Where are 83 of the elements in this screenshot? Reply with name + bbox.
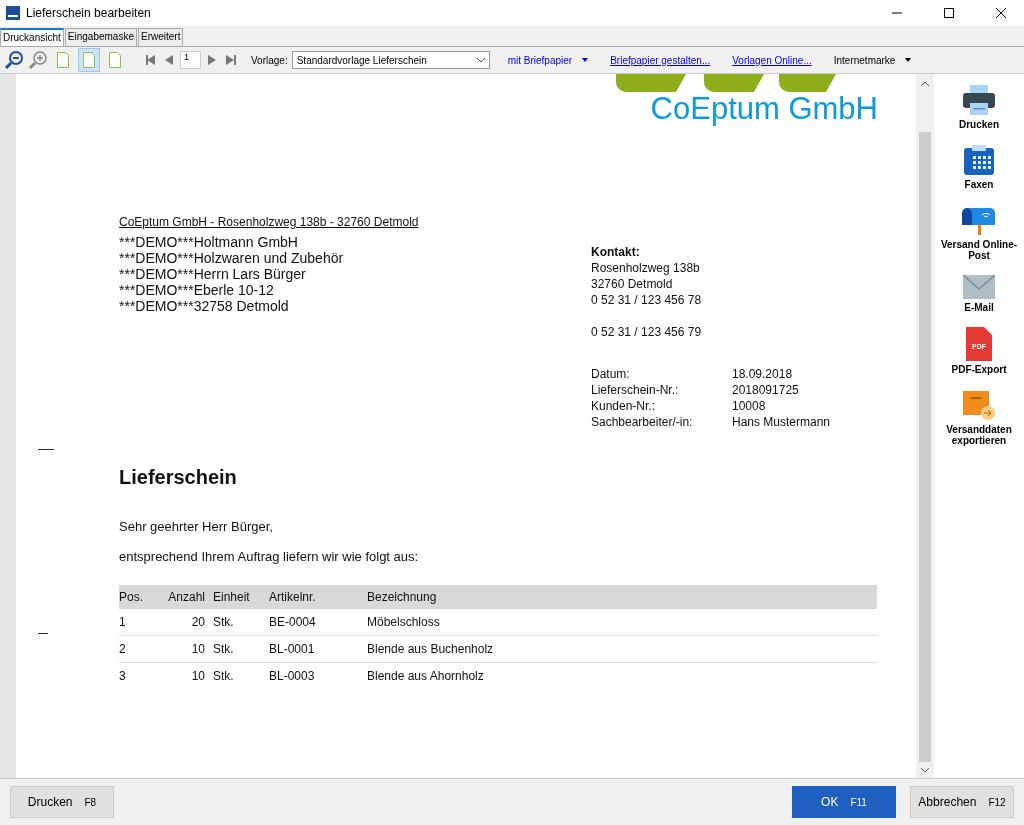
footer-button[interactable]: Drucken F8 — [10, 786, 114, 818]
first-page-icon[interactable] — [144, 53, 158, 67]
contact-line: 32760 Detmold — [591, 276, 674, 292]
address-line: ***DEMO***32758 Detmold — [119, 298, 290, 314]
printer-icon — [962, 84, 996, 116]
sender-line: CoEptum GmbH - Rosenholzweg 138b - 32760 Detmold — [119, 214, 420, 230]
info-value: Hans Mustermann — [732, 414, 831, 430]
zoom-in-icon[interactable] — [28, 50, 48, 70]
sidebar-action[interactable]: Drucken — [936, 84, 1022, 130]
table-cell: 3 — [119, 662, 163, 690]
contact-title: Kontakt: — [591, 244, 641, 260]
scroll-down-icon[interactable] — [920, 766, 930, 774]
page-icon — [57, 52, 69, 68]
link[interactable]: Vorlagen Online... — [732, 54, 812, 66]
info-value: 2018091725 — [732, 382, 799, 398]
dropdown-menu[interactable]: Internetmarke — [833, 54, 912, 66]
sidebar-action[interactable]: Faxen — [936, 144, 1022, 190]
column-header: Pos. — [119, 585, 163, 609]
contact-line: 0 52 31 / 123 456 78 — [591, 292, 703, 308]
column-header: Einheit — [213, 585, 269, 609]
page-icon — [83, 52, 95, 68]
info-label: Kunden-Nr.: — [591, 398, 657, 414]
scroll-up-icon[interactable] — [920, 80, 930, 88]
ok-button[interactable]: OK F11 — [792, 786, 896, 818]
dropdown-menu[interactable]: mit Briefpapier — [507, 54, 589, 66]
box-export-icon — [962, 389, 996, 421]
address-line: ***DEMO***Eberle 10-12 — [119, 282, 275, 298]
table-cell: 10 — [163, 635, 213, 663]
template-label: Vorlage: — [251, 54, 288, 66]
page-number-field[interactable]: 1 — [180, 51, 201, 69]
page-view-button[interactable] — [78, 48, 100, 72]
last-page-icon[interactable] — [223, 53, 237, 67]
zoom-out-icon[interactable] — [4, 50, 24, 70]
table-cell: 10 — [163, 662, 213, 690]
footer-button[interactable]: Abbrechen F12 — [910, 786, 1014, 818]
intro-text: entsprechend Ihrem Auftrag liefern wir wie folgt aus: — [119, 549, 420, 565]
contact-line: 0 52 31 / 123 456 79 — [591, 324, 703, 340]
address-line: ***DEMO***Herrn Lars Bürger — [119, 266, 307, 282]
document-heading: Lieferschein — [119, 465, 238, 489]
template-dropdown[interactable]: Standardvorlage Lieferschein — [291, 51, 490, 69]
fax-icon — [963, 144, 995, 176]
window-title: Lieferschein bearbeiten — [26, 6, 152, 20]
table-cell: Stk. — [213, 662, 269, 690]
table-cell: 1 — [119, 609, 163, 636]
contact-line: Rosenholzweg 138b — [591, 260, 701, 276]
table-cell: Blende aus Ahornholz — [367, 662, 877, 690]
company-logo-text: CoEptum GmbH — [650, 92, 878, 126]
table-cell: BL-0001 — [269, 635, 367, 663]
table-cell: Stk. — [213, 609, 269, 636]
table-cell: BL-0003 — [269, 662, 367, 690]
tab[interactable]: Druckansicht — [0, 28, 64, 46]
punch-mark — [38, 633, 48, 634]
info-value: 18.09.2018 — [732, 366, 793, 382]
column-header: Artikelnr. — [269, 585, 367, 609]
salutation-text: Sehr geehrter Herr Bürger, — [119, 519, 274, 535]
fold-mark — [38, 449, 54, 450]
table-cell: Stk. — [213, 635, 269, 663]
caret-icon — [905, 58, 912, 62]
sidebar-action[interactable]: Versanddaten exportieren — [936, 389, 1022, 446]
table-cell: 2 — [119, 635, 163, 663]
page-icon — [109, 52, 121, 68]
address-line: ***DEMO***Holtmann GmbH — [119, 234, 299, 250]
table-cell: Blende aus Buchenholz — [367, 635, 877, 663]
tab[interactable]: Erweitert — [137, 28, 184, 46]
table-cell: 20 — [163, 609, 213, 636]
info-label: Datum: — [591, 366, 631, 382]
sidebar-action[interactable]: E-Mail — [936, 275, 1022, 313]
envelope-icon — [963, 275, 995, 299]
info-value: 10008 — [732, 398, 766, 414]
link[interactable]: Briefpapier gestalten... — [610, 54, 711, 66]
table-cell: BE-0004 — [269, 609, 367, 636]
info-label: Sachbearbeiter/-in: — [591, 414, 694, 430]
sidebar-action[interactable]: Versand Online-Post — [936, 204, 1022, 261]
caret-icon — [582, 58, 589, 62]
app-icon — [6, 6, 20, 20]
column-header: Bezeichnung — [367, 585, 877, 609]
address-line: ***DEMO***Holzwaren und Zubehör — [119, 250, 345, 266]
table-cell: Möbelschloss — [367, 609, 877, 636]
chevron-down-icon — [476, 57, 485, 63]
scrollbar-thumb[interactable] — [919, 132, 931, 762]
info-label: Lieferschein-Nr.: — [591, 382, 680, 398]
tab[interactable]: Eingabemaske — [64, 28, 137, 46]
column-header: Anzahl — [163, 585, 213, 609]
